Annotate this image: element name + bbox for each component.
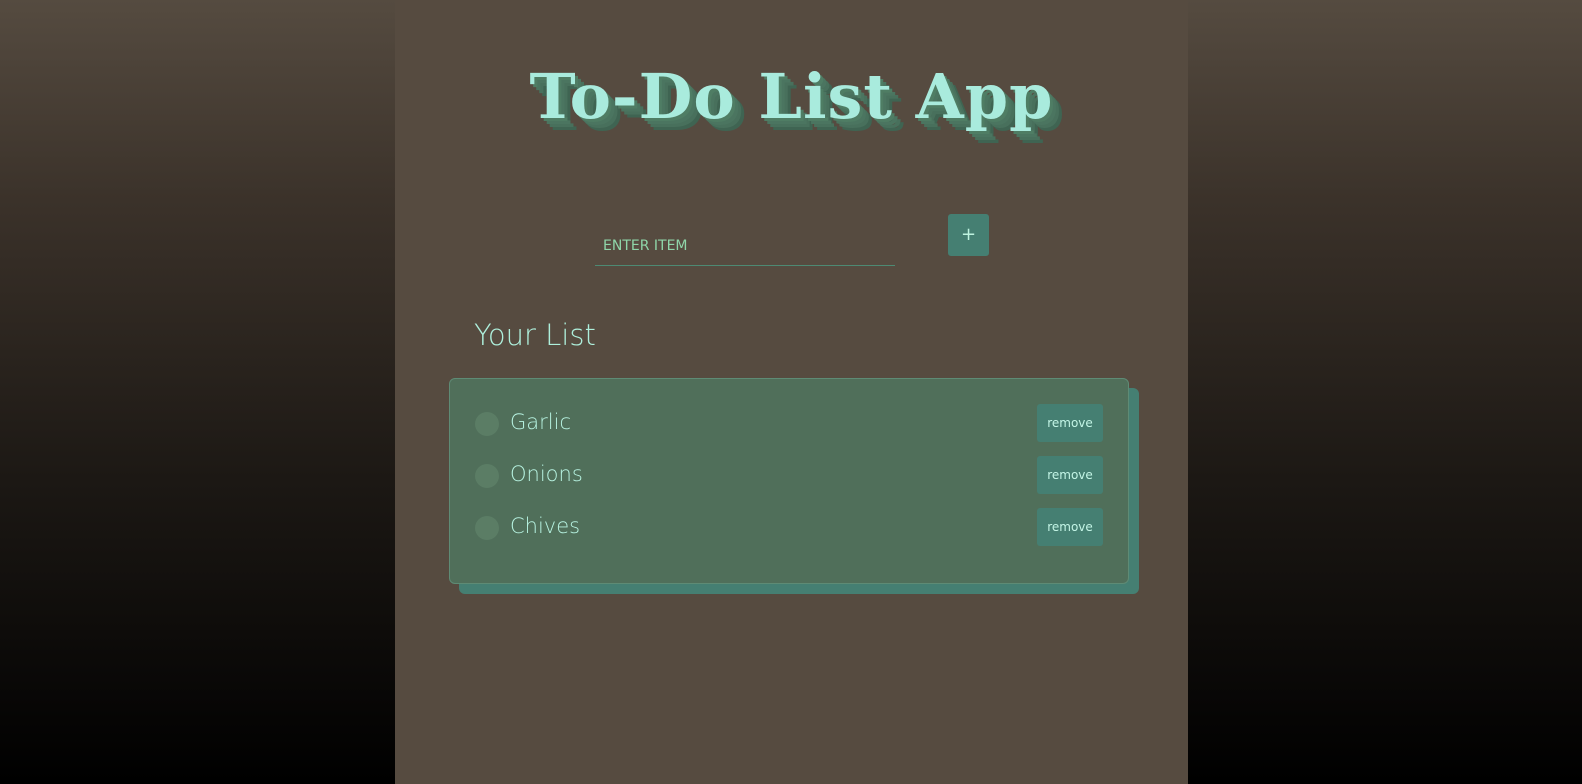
todo-list: Garlic remove Onions remove Chives remov… [449, 378, 1139, 596]
list-item: Onions remove [450, 453, 1130, 497]
list-card: Garlic remove Onions remove Chives remov… [449, 378, 1129, 584]
item-input[interactable] [595, 226, 895, 266]
page-title: To-Do List App [529, 60, 1054, 133]
add-item-form: + [595, 214, 995, 270]
list-item: Chives remove [450, 505, 1130, 549]
list-item-label: Onions [510, 462, 583, 486]
complete-checkbox[interactable] [475, 464, 499, 488]
list-item: Garlic remove [450, 401, 1130, 445]
list-item-label: Chives [510, 514, 581, 538]
remove-button[interactable]: remove [1037, 404, 1103, 442]
remove-button[interactable]: remove [1037, 508, 1103, 546]
add-item-button[interactable]: + [948, 214, 989, 256]
complete-checkbox[interactable] [475, 516, 499, 540]
app-container: To-Do List App + Your List Garlic remove… [395, 0, 1188, 784]
list-heading: Your List [474, 318, 596, 352]
list-item-label: Garlic [510, 410, 571, 434]
remove-button[interactable]: remove [1037, 456, 1103, 494]
complete-checkbox[interactable] [475, 412, 499, 436]
